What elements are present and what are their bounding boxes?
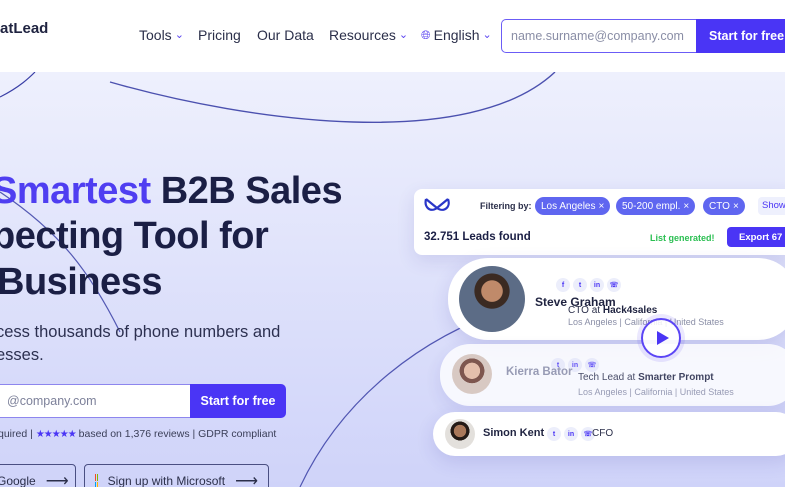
- linkedin-icon[interactable]: in: [590, 278, 604, 292]
- hero-headline-line1: Smartest B2B Sales: [0, 170, 343, 212]
- role-title: Tech Lead: [578, 372, 625, 383]
- microsoft-logo-icon: [95, 474, 98, 487]
- microsoft-signup-button[interactable]: Sign up with Microsoft ⟶: [84, 464, 269, 487]
- role-company: Hack4sales: [602, 305, 658, 316]
- twitter-icon[interactable]: t: [573, 278, 587, 292]
- close-icon[interactable]: ×: [599, 201, 605, 212]
- lead-location: Los Angeles | California | United States: [578, 387, 734, 397]
- avatar: [459, 266, 525, 332]
- lead-card[interactable]: Simon Kent t in ☏ CFO: [433, 412, 785, 456]
- nav-item-pricing[interactable]: Pricing: [198, 27, 241, 43]
- top-navigation: atLead Tools ⌄ Pricing Our Data Resource…: [0, 0, 785, 72]
- role-at: at: [626, 372, 636, 383]
- role-company: Smarter Prompt: [638, 372, 714, 383]
- close-icon[interactable]: ×: [733, 201, 739, 212]
- arrow-right-icon: ⟶: [45, 473, 69, 487]
- lead-card[interactable]: f t in ☏ Steve Graham CTO at Hack4sales …: [448, 258, 785, 340]
- nav-item-label: Pricing: [198, 27, 241, 43]
- play-icon: [656, 331, 669, 345]
- trust-suffix: based on 1,376 reviews | GDPR compliant: [78, 428, 277, 440]
- lead-role: Tech Lead at Smarter Prompt: [578, 372, 714, 383]
- social-links: f t in ☏: [556, 278, 621, 292]
- avatar: [452, 354, 492, 394]
- brand-logo[interactable]: atLead: [0, 20, 48, 37]
- export-button[interactable]: Export 67: [727, 227, 785, 247]
- hero-subtitle-line1: cess thousands of phone numbers and: [0, 323, 281, 341]
- hero-section: Smartest B2B Sales pecting Tool for Busi…: [0, 72, 785, 487]
- linkedin-icon[interactable]: in: [564, 427, 578, 441]
- nav-item-label: Our Data: [257, 27, 314, 43]
- lead-role: CFO: [592, 428, 614, 439]
- facebook-icon[interactable]: f: [556, 278, 570, 292]
- filter-label: Filtering by:: [480, 201, 532, 211]
- role-at: at: [591, 305, 601, 316]
- chevron-down-icon: ⌄: [482, 28, 492, 41]
- lead-search-card: Filtering by: Los Angeles × 50-200 empl.…: [414, 189, 785, 255]
- nav-item-label: Tools: [139, 27, 172, 43]
- hero-headline-line2: pecting Tool for: [0, 215, 269, 257]
- play-video-button[interactable]: [641, 318, 681, 358]
- globe-icon: 🌐︎: [421, 27, 431, 42]
- nav-item-label: Resources: [329, 27, 396, 43]
- filter-chip-title[interactable]: CTO ×: [703, 197, 745, 215]
- nav-email-input[interactable]: [501, 19, 697, 53]
- hero-headline-line3: Business: [0, 261, 162, 303]
- lead-role: CTO at Hack4sales: [568, 305, 657, 316]
- rating-stars-icon: ★★★★★: [35, 428, 77, 440]
- filter-chip-employees[interactable]: 50-200 empl. ×: [616, 197, 696, 215]
- chip-label: Los Angeles: [541, 200, 596, 212]
- google-button-label: Google: [0, 474, 36, 487]
- filter-chip-location[interactable]: Los Angeles ×: [535, 197, 611, 215]
- google-signup-button[interactable]: Google ⟶: [0, 464, 76, 487]
- phone-icon[interactable]: ☏: [585, 358, 599, 372]
- role-title: CTO: [568, 305, 589, 316]
- chevron-down-icon: ⌄: [398, 28, 409, 41]
- list-generated-status: List generated!: [650, 233, 715, 243]
- app-logo-icon: [424, 198, 450, 211]
- lead-name: Kierra Bator: [506, 366, 573, 378]
- headline-accent: Smartest: [0, 170, 151, 212]
- hero-start-free-button[interactable]: Start for free: [190, 384, 286, 418]
- trust-prefix: quired |: [0, 428, 33, 440]
- social-links: t in ☏: [547, 427, 595, 441]
- nav-start-free-button[interactable]: Start for free: [696, 19, 785, 53]
- close-icon[interactable]: ×: [683, 201, 689, 212]
- arrow-right-icon: ⟶: [235, 473, 258, 487]
- nav-item-resources[interactable]: Resources ⌄: [329, 27, 408, 43]
- language-label: English: [433, 27, 480, 43]
- avatar: [445, 419, 475, 449]
- lead-card[interactable]: t in ☏ Kierra Bator Tech Lead at Smarter…: [440, 344, 785, 406]
- show-button[interactable]: Show: [758, 197, 785, 215]
- leads-count: 32.751 Leads found: [424, 231, 531, 243]
- lead-name: Simon Kent: [483, 427, 545, 439]
- nav-item-tools[interactable]: Tools ⌄: [139, 27, 184, 43]
- language-selector[interactable]: 🌐︎ English ⌄: [421, 27, 492, 43]
- hero-email-input[interactable]: [0, 384, 190, 418]
- headline-rest: B2B Sales: [150, 170, 343, 212]
- chip-label: CTO: [709, 200, 730, 212]
- phone-icon[interactable]: ☏: [607, 278, 621, 292]
- chip-label: 50-200 empl.: [622, 200, 681, 212]
- nav-item-our-data[interactable]: Our Data: [257, 27, 314, 43]
- hero-subtitle-line2: esses.: [0, 346, 44, 364]
- twitter-icon[interactable]: t: [547, 427, 561, 441]
- chevron-down-icon: ⌄: [174, 28, 184, 41]
- microsoft-button-label: Sign up with Microsoft: [107, 474, 226, 487]
- trust-line: quired | ★★★★★ based on 1,376 reviews | …: [0, 428, 276, 440]
